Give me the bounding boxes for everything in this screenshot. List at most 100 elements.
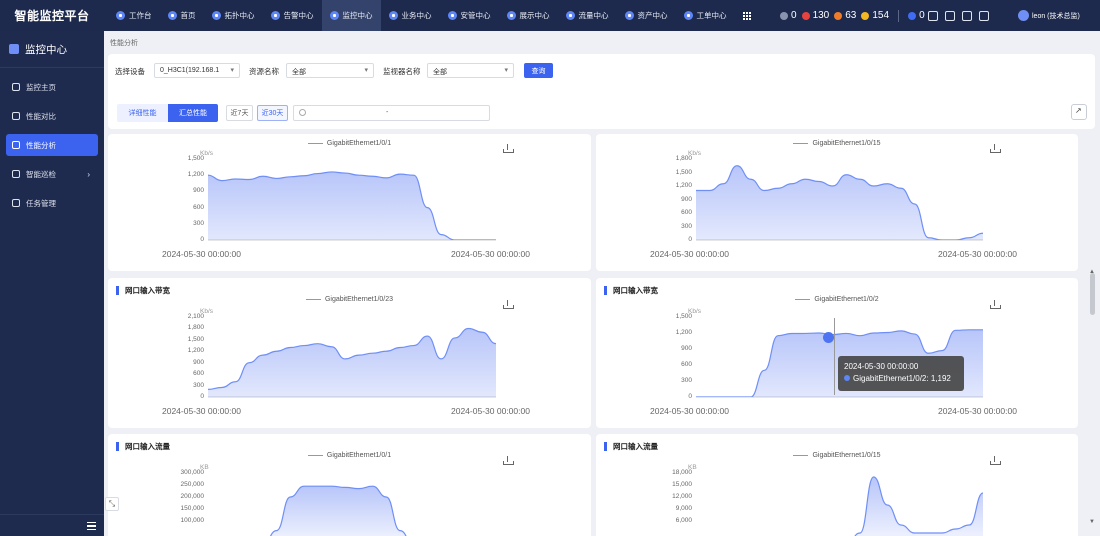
alarm-counters: 0 130 63 154 0 [780, 0, 925, 31]
user-name[interactable]: leon (技术总监) [1032, 11, 1080, 21]
scroll-down-icon[interactable]: ▼ [1089, 519, 1095, 525]
sidebar-item-home[interactable]: 监控主页 [6, 76, 98, 98]
nav-label: 工单中心 [696, 11, 727, 20]
chart-legend[interactable]: GigabitEthernet1/0/15 [596, 452, 1078, 459]
y-tick-label: 1,800 [187, 324, 204, 332]
nav-label: 告警中心 [283, 11, 314, 20]
nav-item[interactable]: 工单中心 [676, 0, 735, 31]
hover-point [823, 332, 834, 343]
clock-icon [299, 109, 306, 116]
nav-item[interactable]: 流量中心 [558, 0, 617, 31]
chart-tooltip: 2024-05-30 00:00:00 GigabitEthernet1/0/2… [838, 356, 964, 391]
nav-label: 监控中心 [342, 11, 373, 20]
legend-label: GigabitEthernet1/0/1 [326, 140, 392, 147]
sidebar-item-label: 智能巡检 [26, 169, 56, 179]
date-range-picker[interactable]: - [293, 105, 490, 121]
expand-icon[interactable]: ⤡ [105, 497, 119, 511]
panel-title: 网口输入带宽 [604, 286, 658, 295]
fullscreen-icon[interactable] [962, 10, 972, 21]
nav-item[interactable]: 资产中心 [617, 0, 676, 31]
chart-panel: GigabitEthernet1/0/15 Kb/s 1,800 1,500 1,200… [596, 134, 1078, 271]
nav-item[interactable]: 监控中心 [321, 0, 381, 31]
sidebar-item-tasks[interactable]: 任务管理 [6, 192, 98, 214]
chart-panel: 网口输入流量 GigabitEthernet1/0/15 KB 18,000 15,00… [596, 434, 1078, 536]
tab-summary[interactable]: 汇总性能 [168, 104, 218, 122]
alarm-level-icon [780, 11, 788, 20]
nav-icon [116, 11, 125, 20]
tooltip-time: 2024-05-30 00:00:00 [844, 362, 919, 371]
panel-title: 网口输入带宽 [116, 286, 170, 295]
y-tick-label: 100,000 [180, 517, 205, 524]
nav-label: 资产中心 [637, 11, 668, 20]
download-icon[interactable] [990, 300, 1001, 309]
series-line [854, 476, 984, 536]
export-button[interactable] [1071, 104, 1087, 120]
chart-legend[interactable]: GigabitEthernet1/0/2 [596, 296, 1078, 303]
query-button[interactable]: 查询 [524, 63, 553, 78]
chart-legend[interactable]: GigabitEthernet1/0/1 [108, 140, 591, 147]
sidebar-item-compare[interactable]: 性能对比 [6, 105, 98, 127]
nav-icon [211, 11, 221, 20]
user-menu[interactable]: leon (技术总监) [1018, 0, 1080, 31]
apps-grid-icon[interactable] [735, 0, 759, 31]
alarm-counter[interactable]: 63 [834, 10, 856, 21]
nav-item[interactable]: 安管中心 [440, 0, 499, 31]
menu-toggle-icon[interactable] [87, 522, 96, 531]
device-select[interactable]: 0_H3C1(192.168.1 [154, 63, 240, 78]
y-tick-label: 900 [681, 345, 692, 352]
download-icon[interactable] [990, 144, 1001, 153]
y-tick-label: 2,100 [187, 313, 204, 320]
y-tick-label: 150,000 [180, 505, 205, 512]
sidebar-header: 监控中心 [0, 31, 104, 68]
chart-legend[interactable]: GigabitEthernet1/0/15 [596, 140, 1078, 147]
nav-item[interactable]: 首页 [160, 0, 204, 31]
avatar[interactable] [1018, 10, 1029, 21]
chart-legend[interactable]: GigabitEthernet1/0/23 [108, 296, 591, 303]
shirt-icon[interactable] [928, 10, 938, 21]
nav-icon [447, 11, 457, 20]
alarm-count: 130 [812, 10, 830, 21]
sound-icon[interactable] [945, 10, 955, 21]
y-tick-label: 0 [200, 393, 204, 400]
gauge-icon [12, 141, 20, 149]
alarm-counter[interactable]: 154 [861, 10, 889, 21]
alarm-counter[interactable]: 0 [908, 10, 925, 21]
y-tick-label: 18,000 [672, 469, 692, 476]
download-icon[interactable] [990, 456, 1001, 465]
y-tick-label: 600 [193, 370, 204, 378]
nav-item[interactable]: 业务中心 [381, 0, 440, 31]
nav-label: 工作台 [129, 11, 152, 20]
alarm-level-icon [834, 11, 843, 20]
sidebar-item-inspection[interactable]: 智能巡检 › [6, 163, 98, 185]
download-icon[interactable] [503, 300, 514, 309]
legend-label: GigabitEthernet1/0/15 [812, 452, 881, 459]
sidebar-item-label: 性能分析 [26, 140, 56, 150]
scrollbar[interactable]: ▲ ▼ [1089, 135, 1097, 527]
nav-item[interactable]: 展示中心 [499, 0, 558, 31]
chart-legend[interactable]: GigabitEthernet1/0/1 [108, 452, 591, 459]
scrollbar-thumb[interactable] [1090, 273, 1095, 315]
tab-detail[interactable]: 详细性能 [117, 104, 168, 122]
nav-item[interactable]: 拓扑中心 [204, 0, 263, 31]
y-tick-label: 9,000 [675, 505, 692, 512]
nav-icon [388, 11, 398, 20]
monitor-select[interactable]: 全部 [427, 63, 514, 78]
y-tick-label: 1,200 [187, 347, 204, 355]
alarm-level-icon [801, 11, 810, 20]
range-30-days[interactable]: 近30天 [257, 105, 288, 121]
y-tick-label: 900 [193, 358, 204, 366]
nav-item[interactable]: 工作台 [108, 0, 160, 31]
y-tick-label: 1,200 [675, 182, 692, 189]
nav-item[interactable]: 告警中心 [263, 0, 322, 31]
y-tick-label: 1,500 [675, 313, 692, 320]
alarm-counter[interactable]: 0 [780, 10, 797, 21]
sidebar-item-analysis[interactable]: 性能分析 [6, 134, 98, 156]
x-tick-label: 2024-05-30 00:00:00 [162, 249, 241, 259]
range-7-days[interactable]: 近7天 [226, 105, 253, 121]
download-icon[interactable] [503, 456, 514, 465]
alarm-level-icon [908, 11, 917, 20]
download-icon[interactable] [503, 144, 514, 153]
alarm-counter[interactable]: 130 [801, 10, 830, 21]
resource-select[interactable]: 全部 [286, 63, 374, 78]
bell-icon[interactable] [979, 10, 989, 21]
